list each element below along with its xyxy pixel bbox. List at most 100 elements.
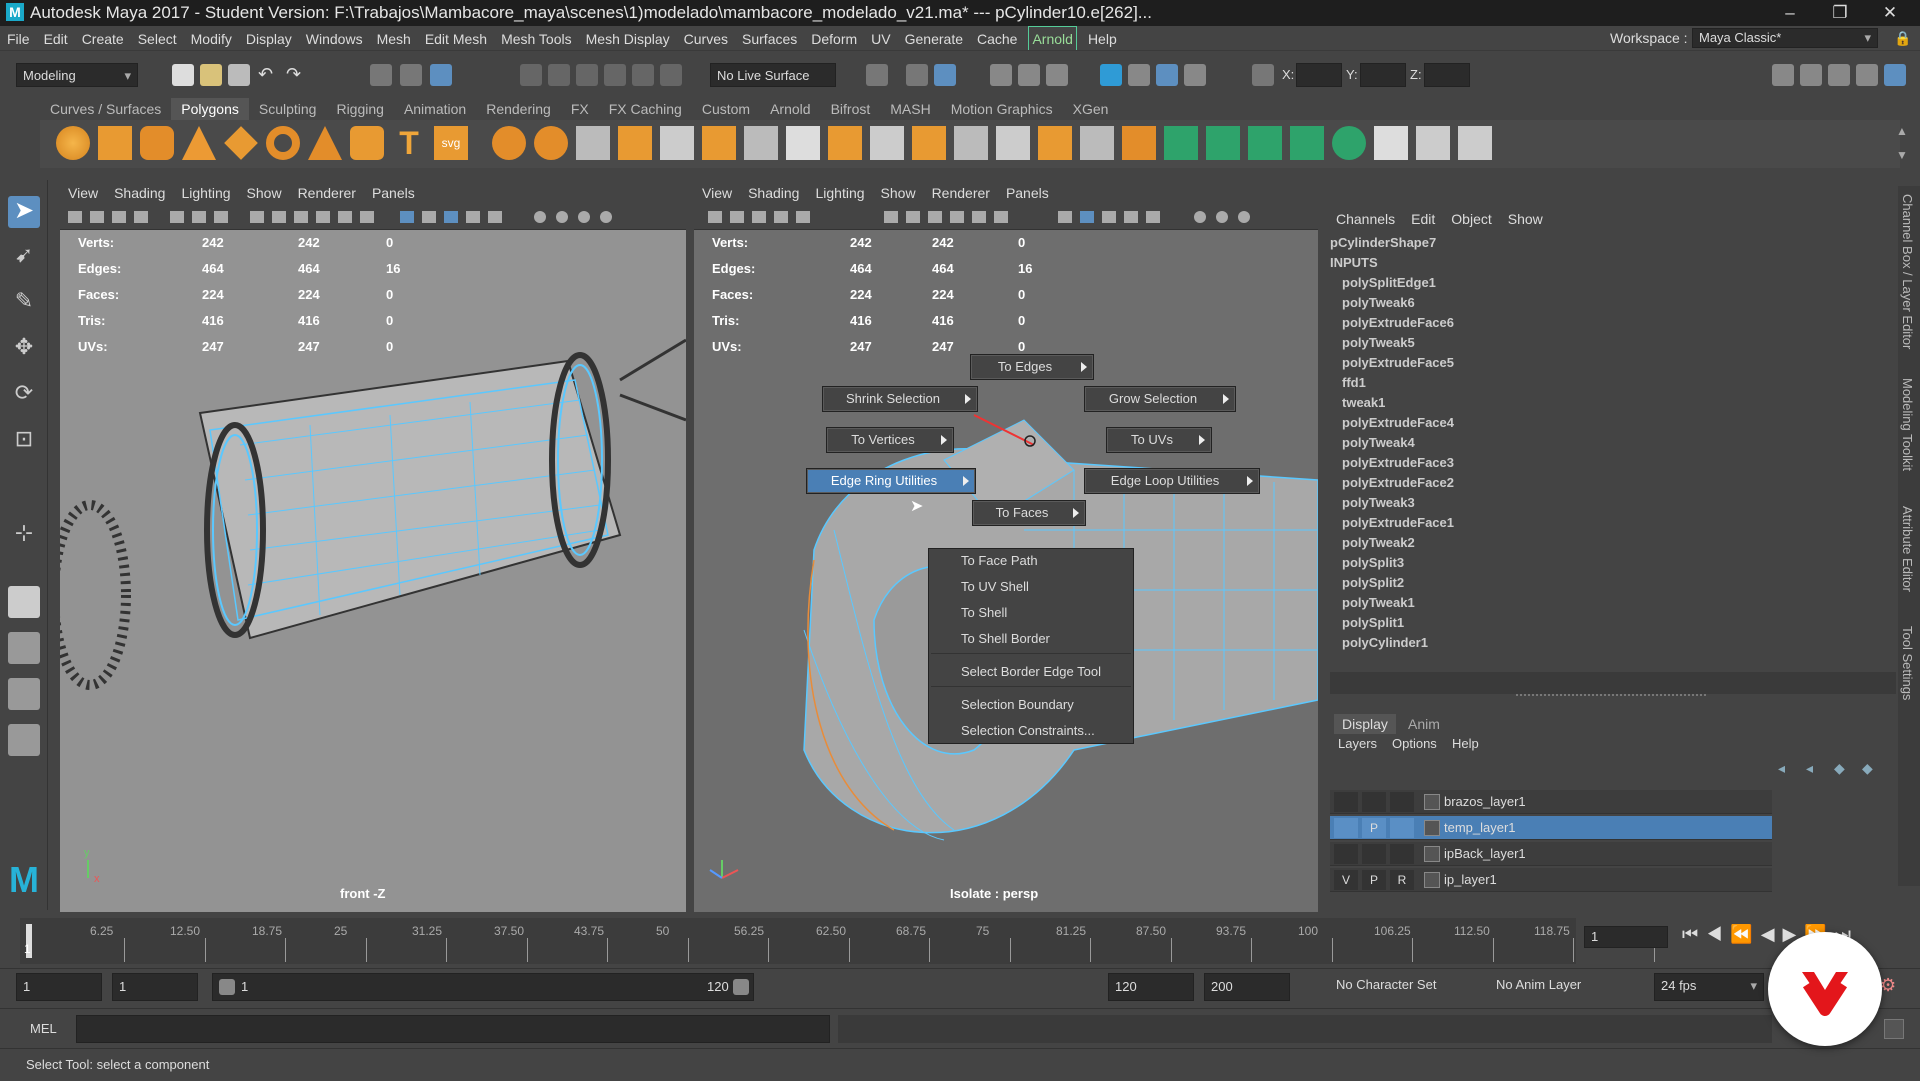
layer-row[interactable]: brazos_layer1 (1330, 790, 1772, 814)
separate-icon[interactable] (534, 126, 568, 160)
transform-mode-icon[interactable] (1252, 64, 1274, 86)
shelf-tab-animation[interactable]: Animation (394, 98, 476, 120)
shelf-tab-fx[interactable]: FX (561, 98, 599, 120)
scene-end-field[interactable]: 200 (1204, 973, 1290, 1001)
new-layer-icon[interactable]: ◆ (1834, 760, 1845, 777)
layer-name[interactable]: temp_layer1 (1444, 816, 1516, 840)
input-node[interactable]: polyExtrudeFace2 (1342, 473, 1454, 493)
layer-name[interactable]: brazos_layer1 (1444, 790, 1526, 814)
side-tab-channel-box[interactable]: Channel Box / Layer Editor (1900, 194, 1915, 349)
snap-curve-icon[interactable] (548, 64, 570, 86)
input-node[interactable]: polyTweak6 (1342, 293, 1415, 313)
modeling-toolkit-icon[interactable] (1772, 64, 1794, 86)
redo-icon[interactable]: ↷ (286, 64, 308, 86)
shelf-tab-fx-caching[interactable]: FX Caching (599, 98, 692, 120)
extract-icon[interactable] (660, 126, 694, 160)
automatic-map-icon[interactable] (1290, 126, 1324, 160)
move-layer-down-icon[interactable]: ◂ (1806, 760, 1813, 777)
select-object-icon[interactable] (400, 64, 422, 86)
rotate-tool-icon[interactable]: ⟳ (8, 380, 40, 412)
menu-display[interactable]: Display (239, 27, 299, 51)
unfold-icon[interactable] (1332, 126, 1366, 160)
combine-icon[interactable] (492, 126, 526, 160)
smooth-icon[interactable] (576, 126, 610, 160)
reduce-icon[interactable] (744, 126, 778, 160)
range-slider[interactable]: 1 120 (212, 973, 754, 1001)
vp-menu-panels[interactable]: Panels (998, 182, 1057, 204)
cb-menu-show[interactable]: Show (1500, 206, 1551, 232)
select-hierarchy-icon[interactable] (370, 64, 392, 86)
layer-row[interactable]: V P R ip_layer1 (1330, 868, 1772, 892)
boolean-icon[interactable] (702, 126, 736, 160)
cut-uv-icon[interactable] (1416, 126, 1450, 160)
vp-menu-view[interactable]: View (694, 182, 740, 204)
bool-difference-icon[interactable] (996, 126, 1030, 160)
layer-color-icon[interactable] (1424, 820, 1440, 836)
new-layer-selected-icon[interactable]: ◆ (1862, 760, 1873, 777)
render-view-icon[interactable] (906, 64, 928, 86)
uv-editor-icon[interactable] (1374, 126, 1408, 160)
save-scene-icon[interactable] (228, 64, 250, 86)
manipulator-icon[interactable]: ⊹ (8, 520, 40, 552)
snap-grid-icon[interactable] (520, 64, 542, 86)
layer-tab-anim[interactable]: Anim (1408, 716, 1440, 732)
snap-point-icon[interactable] (576, 64, 598, 86)
menu-uv[interactable]: UV (864, 27, 897, 51)
layer-row-selected[interactable]: P temp_layer1 (1330, 816, 1772, 840)
submenu-select-border-edge-tool[interactable]: Select Border Edge Tool (961, 662, 1101, 682)
input-node[interactable]: polyExtrudeFace3 (1342, 453, 1454, 473)
layer-color-icon[interactable] (1424, 872, 1440, 888)
input-node[interactable]: polySplit1 (1342, 613, 1404, 633)
vp-menu-renderer[interactable]: Renderer (290, 182, 364, 204)
vp-menu-panels[interactable]: Panels (364, 182, 423, 204)
snap-plane-icon[interactable] (632, 64, 654, 86)
menu-surfaces[interactable]: Surfaces (735, 27, 804, 51)
layer-color-icon[interactable] (1424, 846, 1440, 862)
fps-dropdown[interactable]: 24 fps ▾ (1654, 973, 1764, 1001)
vp-menu-renderer[interactable]: Renderer (924, 182, 998, 204)
input-node[interactable]: polyExtrudeFace6 (1342, 313, 1454, 333)
script-editor-icon[interactable] (1884, 1019, 1904, 1039)
new-scene-icon[interactable] (172, 64, 194, 86)
live-surface-field[interactable]: No Live Surface (710, 63, 836, 87)
submenu-selection-boundary[interactable]: Selection Boundary (961, 695, 1074, 715)
attribute-editor-icon[interactable] (1828, 64, 1850, 86)
layer-menu-layers[interactable]: Layers (1338, 736, 1377, 751)
poly-plane-icon[interactable] (224, 126, 258, 160)
shelf-tab-sculpting[interactable]: Sculpting (249, 98, 327, 120)
shelf-tab-arnold[interactable]: Arnold (760, 98, 820, 120)
shelf-tab-motion-graphics[interactable]: Motion Graphics (941, 98, 1063, 120)
panel-toolbar-icons[interactable] (60, 204, 686, 230)
layer-playback-toggle[interactable] (1362, 844, 1386, 864)
layer-reference-toggle[interactable] (1390, 818, 1414, 838)
svg-icon[interactable]: svg (434, 126, 468, 160)
input-node[interactable]: polyTweak5 (1342, 333, 1415, 353)
viewport-persp[interactable]: View Shading Lighting Show Renderer Panels (694, 182, 1318, 912)
planar-map-icon[interactable] (1164, 126, 1198, 160)
z-field[interactable] (1424, 63, 1470, 87)
layer-playback-toggle[interactable]: P (1362, 870, 1386, 890)
two-pane-layout-icon[interactable] (8, 678, 40, 710)
layer-tab-display[interactable]: Display (1334, 714, 1396, 734)
cb-menu-object[interactable]: Object (1443, 206, 1499, 232)
shelf-tab-rendering[interactable]: Rendering (476, 98, 561, 120)
poly-sphere-icon[interactable] (56, 126, 90, 160)
poly-cone-icon[interactable] (182, 126, 216, 160)
menu-file[interactable]: File (0, 27, 37, 51)
vp-menu-lighting[interactable]: Lighting (807, 182, 872, 204)
poly-pyramid-icon[interactable] (308, 126, 342, 160)
character-set-dropdown[interactable]: No Character Set (1330, 973, 1472, 1001)
input-node[interactable]: polyExtrudeFace5 (1342, 353, 1454, 373)
shelf-tab-mash[interactable]: MASH (880, 98, 940, 120)
input-node[interactable]: polyCylinder1 (1342, 633, 1428, 653)
select-tool-icon[interactable]: ➤ (8, 196, 40, 228)
cylindrical-map-icon[interactable] (1206, 126, 1240, 160)
layer-visibility-toggle[interactable]: V (1334, 870, 1358, 890)
menu-curves[interactable]: Curves (677, 27, 735, 51)
scene-start-field[interactable]: 1 (16, 973, 102, 1001)
shape-node-name[interactable]: pCylinderShape7 (1330, 233, 1436, 253)
layer-playback-toggle[interactable]: P (1362, 818, 1386, 838)
mel-input[interactable] (76, 1015, 830, 1043)
go-to-start-icon[interactable]: ⏮ (1682, 924, 1706, 944)
target-weld-icon[interactable] (1080, 126, 1114, 160)
